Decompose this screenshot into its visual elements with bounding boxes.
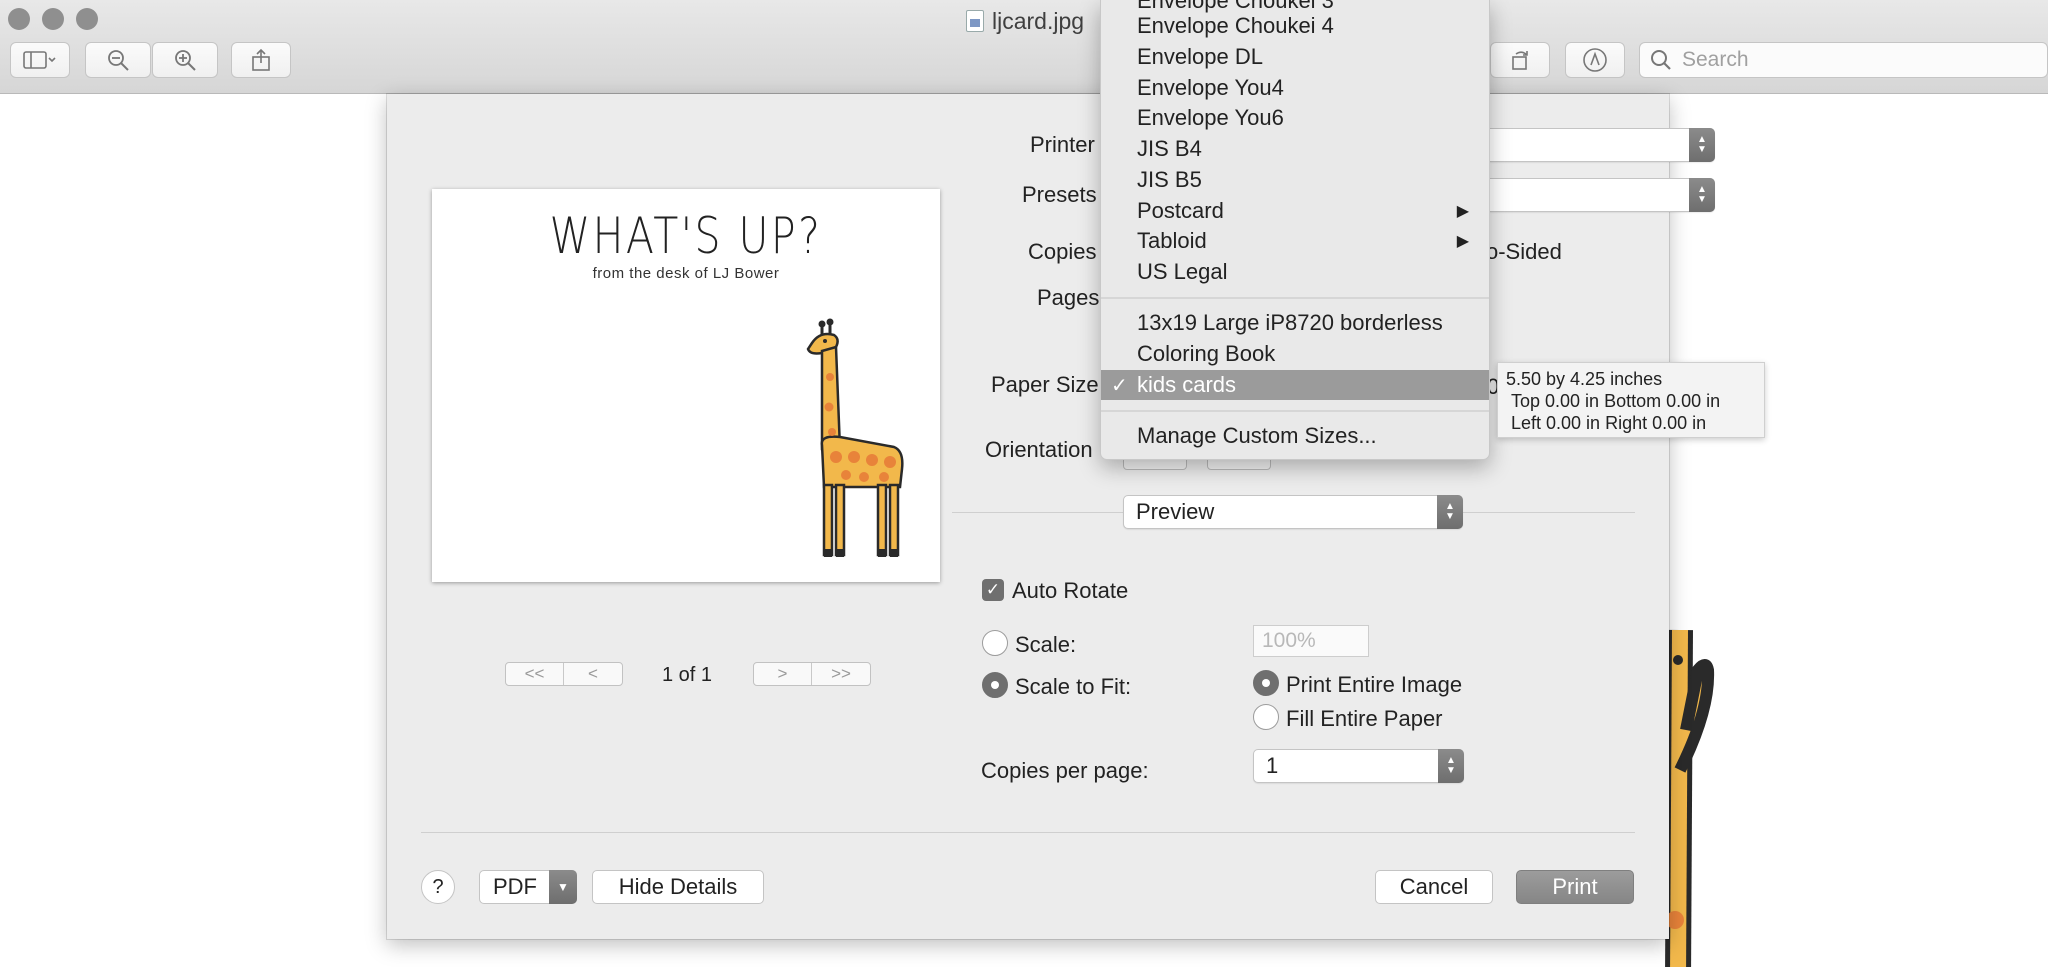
share-icon: [252, 48, 270, 71]
close-window-button[interactable]: [8, 8, 30, 30]
printer-stepper-icon: ▲ ▼: [1689, 128, 1715, 162]
print-entire-image-label: Print Entire Image: [1286, 672, 1463, 697]
tooltip-dimensions: 5.50 by 4.25 inches: [1506, 369, 1663, 389]
fill-entire-paper-radio[interactable]: [1253, 704, 1279, 730]
menu-separator: [1101, 410, 1489, 412]
next-page-button[interactable]: >: [754, 663, 812, 685]
presets-label: Presets: [1022, 182, 1097, 207]
tooltip-left-right-margins: Left 0.00 in Right 0.00 in: [1511, 413, 1707, 433]
menu-item-kids-cards[interactable]: ✓ kids cards: [1101, 370, 1489, 400]
markup-pen-icon: [1583, 48, 1607, 72]
search-input[interactable]: [1680, 47, 2020, 73]
previous-page-button[interactable]: <: [564, 663, 622, 685]
zoom-in-icon: [175, 50, 196, 71]
print-entire-image-radio[interactable]: [1253, 670, 1279, 696]
menu-item-13x19-large[interactable]: 13x19 Large iP8720 borderless: [1101, 308, 1489, 338]
menu-item-jis-b4[interactable]: JIS B4: [1101, 134, 1489, 164]
menu-item-us-legal[interactable]: US Legal: [1101, 257, 1489, 287]
pages-label: Pages: [1037, 285, 1100, 310]
menu-item-envelope-dl[interactable]: Envelope DL: [1101, 42, 1489, 72]
help-button[interactable]: ?: [421, 870, 455, 904]
minimize-window-button[interactable]: [42, 8, 64, 30]
auto-rotate-checkbox[interactable]: ✓: [982, 579, 1004, 601]
presets-stepper-icon: ▲ ▼: [1689, 178, 1715, 212]
copies-label: Copies: [1028, 239, 1097, 264]
pdf-chevron-down-icon: ▼: [549, 870, 577, 904]
section-popup-value: Preview: [1136, 499, 1215, 524]
copies-per-page-stepper-icon: ▲ ▼: [1438, 749, 1464, 783]
scale-input[interactable]: 100%: [1253, 625, 1369, 657]
rotate-icon: [1512, 51, 1528, 70]
orientation-label: Orientation: [985, 437, 1093, 462]
page-indicator: 1 of 1: [662, 664, 713, 686]
menu-item-envelope-you4[interactable]: Envelope You4: [1101, 73, 1489, 103]
last-page-button[interactable]: >>: [812, 663, 870, 685]
menu-item-coloring-book[interactable]: Coloring Book: [1101, 339, 1489, 369]
print-preview-page: WHAT'S UP? from the desk of LJ Bower: [432, 189, 940, 582]
printer-label: Printer: [1030, 132, 1095, 157]
zoom-out-icon: [108, 50, 129, 71]
pdf-button-label: PDF: [493, 874, 537, 899]
window-title: ljcard.jpg: [966, 6, 1084, 36]
paper-size-menu: Envelope Choukei 3 Envelope Choukei 4 En…: [1100, 0, 1490, 460]
menu-item-postcard[interactable]: Postcard ▶: [1101, 196, 1489, 226]
card-subtitle: from the desk of LJ Bower: [592, 265, 780, 282]
printer-popup[interactable]: ▲ ▼: [1477, 128, 1715, 162]
menu-item-manage-custom-sizes[interactable]: Manage Custom Sizes...: [1101, 421, 1489, 451]
giraffe-illustration: [806, 318, 904, 557]
search-icon: [1651, 50, 1671, 70]
copies-per-page-label: Copies per page:: [981, 758, 1149, 783]
scale-radio[interactable]: [982, 630, 1008, 656]
page-back-controls: << <: [505, 662, 623, 686]
section-popup[interactable]: Preview ▲ ▼: [1123, 495, 1463, 529]
page-forward-controls: > >>: [753, 662, 871, 686]
zoom-window-button[interactable]: [76, 8, 98, 30]
window-titlebar: ljcard.jpg: [0, 0, 2048, 94]
search-field[interactable]: [1639, 42, 2048, 78]
window-title-text: ljcard.jpg: [992, 7, 1085, 34]
paper-size-tooltip: 5.50 by 4.25 inches Top 0.00 in Bottom 0…: [1497, 362, 1765, 438]
menu-item-envelope-you6[interactable]: Envelope You6: [1101, 103, 1489, 133]
menu-item-tabloid[interactable]: Tabloid ▶: [1101, 226, 1489, 256]
menu-item-jis-b5[interactable]: JIS B5: [1101, 165, 1489, 195]
markup-button[interactable]: [1565, 42, 1625, 78]
jpeg-file-icon: [966, 10, 984, 32]
card-title: WHAT'S UP?: [549, 207, 823, 265]
paper-size-label: Paper Size: [991, 372, 1099, 397]
checkmark-icon: ✓: [985, 580, 1001, 599]
pdf-menu-button[interactable]: PDF ▼: [479, 870, 577, 904]
section-stepper-icon: ▲ ▼: [1437, 495, 1463, 529]
checkmark-icon: ✓: [1111, 374, 1128, 397]
two-sided-label: o-Sided: [1486, 239, 1562, 264]
copies-per-page-value: 1: [1266, 753, 1279, 778]
tooltip-top-bottom-margins: Top 0.00 in Bottom 0.00 in: [1511, 391, 1721, 411]
fill-entire-paper-label: Fill Entire Paper: [1286, 706, 1443, 731]
hide-details-button[interactable]: Hide Details: [592, 870, 764, 904]
copies-per-page-popup[interactable]: 1 ▲ ▼: [1253, 749, 1464, 783]
auto-rotate-label: Auto Rotate: [1012, 578, 1129, 603]
menu-separator: [1101, 297, 1489, 299]
menu-item-envelope-choukei-4[interactable]: Envelope Choukei 4: [1101, 11, 1489, 41]
submenu-arrow-icon: ▶: [1456, 203, 1469, 220]
sidebar-icon: [23, 51, 56, 69]
rotate-button[interactable]: [1490, 42, 1550, 78]
sidebar-toggle-button[interactable]: [10, 42, 70, 78]
cancel-button[interactable]: Cancel: [1375, 870, 1493, 904]
zoom-in-button[interactable]: [152, 42, 218, 78]
scale-label: Scale:: [1015, 632, 1077, 657]
scale-to-fit-radio[interactable]: [982, 672, 1008, 698]
zoom-out-button[interactable]: [85, 42, 151, 78]
share-button[interactable]: [231, 42, 291, 78]
first-page-button[interactable]: <<: [506, 663, 564, 685]
scale-to-fit-label: Scale to Fit:: [1015, 674, 1132, 699]
print-button[interactable]: Print: [1516, 870, 1634, 904]
footer-divider: [421, 832, 1635, 833]
submenu-arrow-icon: ▶: [1456, 233, 1469, 250]
presets-popup[interactable]: ▲ ▼: [1477, 178, 1715, 212]
